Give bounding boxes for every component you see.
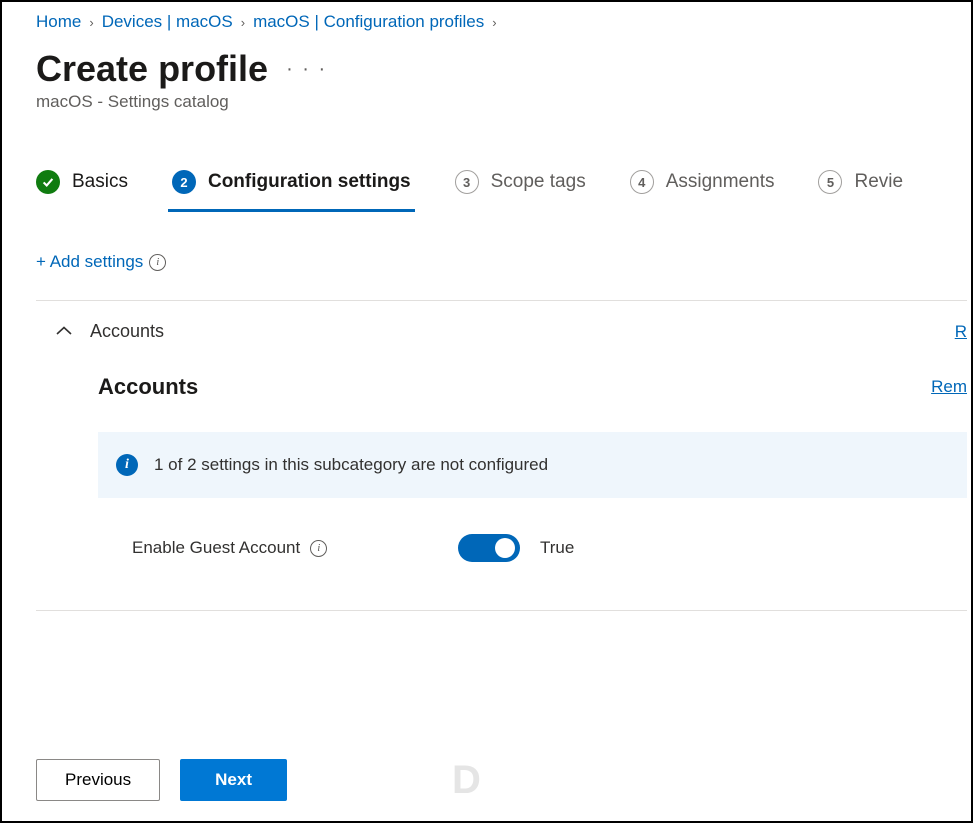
previous-button[interactable]: Previous xyxy=(36,759,160,801)
step-label: Configuration settings xyxy=(208,171,411,193)
step-label: Basics xyxy=(72,171,128,193)
next-button[interactable]: Next xyxy=(180,759,287,801)
info-banner-text: 1 of 2 settings in this subcategory are … xyxy=(154,455,548,475)
toggle-knob xyxy=(495,538,515,558)
step-number-icon: 2 xyxy=(172,170,196,194)
page-subtitle: macOS - Settings catalog xyxy=(36,92,967,112)
chevron-right-icon: › xyxy=(241,15,245,30)
step-basics[interactable]: Basics xyxy=(36,170,128,194)
remove-subcategory-link[interactable]: Rem xyxy=(931,377,967,397)
section-header-accounts[interactable]: Accounts R xyxy=(36,301,967,342)
page-title: Create profile xyxy=(36,48,268,90)
toggle-value-label: True xyxy=(540,538,574,558)
remove-category-link[interactable]: R xyxy=(955,322,967,342)
info-icon: i xyxy=(116,454,138,476)
step-number-icon: 3 xyxy=(455,170,479,194)
add-settings-label: + Add settings xyxy=(36,252,143,272)
step-label: Scope tags xyxy=(491,171,586,193)
check-icon xyxy=(36,170,60,194)
enable-guest-account-toggle[interactable] xyxy=(458,534,520,562)
chevron-up-icon[interactable] xyxy=(56,323,72,340)
wizard-steps: Basics 2 Configuration settings 3 Scope … xyxy=(36,170,967,194)
chevron-right-icon: › xyxy=(89,15,93,30)
step-scope-tags[interactable]: 3 Scope tags xyxy=(455,170,586,194)
crumb-home[interactable]: Home xyxy=(36,12,81,32)
watermark-logo: D xyxy=(452,758,479,803)
info-icon[interactable]: i xyxy=(310,540,327,557)
more-actions-button[interactable]: · · · xyxy=(286,58,327,81)
section-name: Accounts xyxy=(90,321,164,342)
add-settings-link[interactable]: + Add settings i xyxy=(36,252,967,272)
setting-enable-guest-account: Enable Guest Account i True xyxy=(98,534,967,562)
step-review[interactable]: 5 Revie xyxy=(818,170,903,194)
crumb-config-profiles[interactable]: macOS | Configuration profiles xyxy=(253,12,484,32)
wizard-footer: Previous Next xyxy=(36,759,287,801)
subcategory-title: Accounts xyxy=(98,374,198,400)
step-number-icon: 5 xyxy=(818,170,842,194)
step-assignments[interactable]: 4 Assignments xyxy=(630,170,775,194)
step-label: Revie xyxy=(854,171,903,193)
info-banner: i 1 of 2 settings in this subcategory ar… xyxy=(98,432,967,498)
step-configuration-settings[interactable]: 2 Configuration settings xyxy=(172,170,411,194)
divider xyxy=(36,610,967,611)
setting-label: Enable Guest Account xyxy=(132,538,300,558)
info-icon[interactable]: i xyxy=(149,254,166,271)
crumb-devices-macos[interactable]: Devices | macOS xyxy=(102,12,233,32)
step-number-icon: 4 xyxy=(630,170,654,194)
step-label: Assignments xyxy=(666,171,775,193)
chevron-right-icon: › xyxy=(492,15,496,30)
breadcrumb: Home › Devices | macOS › macOS | Configu… xyxy=(36,12,967,32)
